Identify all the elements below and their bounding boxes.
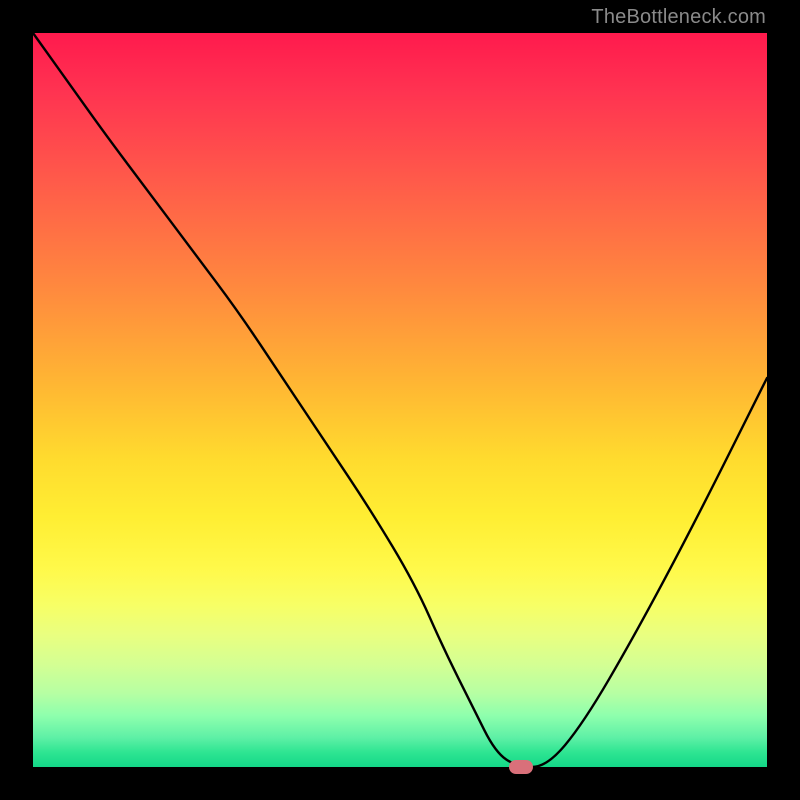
chart-frame: TheBottleneck.com [0,0,800,800]
optimal-point-marker [509,760,533,774]
bottleneck-curve-path [33,33,767,767]
curve-svg [33,33,767,767]
watermark-text: TheBottleneck.com [591,6,766,29]
plot-area [33,33,767,767]
